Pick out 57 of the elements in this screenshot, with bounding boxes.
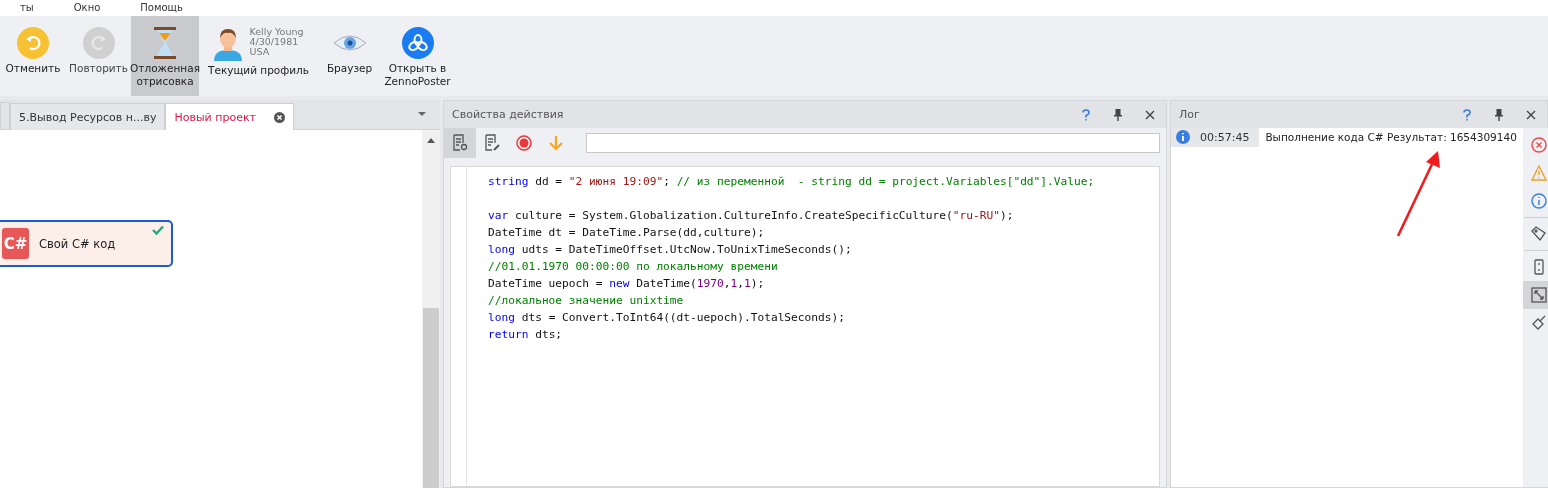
menu-item[interactable]: Помощь	[140, 1, 183, 14]
brush-icon	[1530, 315, 1547, 331]
code-editor[interactable]	[450, 166, 1160, 487]
project-tab[interactable]: 5.Вывод Ресурсов н...ву	[10, 103, 166, 130]
action-node[interactable]: C# Свой C# код	[0, 220, 173, 267]
document-pen-icon	[483, 134, 501, 152]
csharp-badge: C#	[2, 228, 29, 259]
undo-icon	[17, 27, 49, 59]
toolbar-button[interactable]: Открыть в ZennoPoster	[381, 16, 454, 96]
error-icon	[1530, 137, 1547, 153]
profile-info: Kelly Young 4/30/1981 USA	[249, 27, 304, 57]
info-icon	[1176, 130, 1190, 144]
code-line: DateTime dt = DateTime.Parse(dd,culture);	[488, 225, 766, 241]
toolbar-button[interactable]: Отменить	[0, 16, 66, 96]
node-label: Свой C# код	[39, 236, 116, 251]
warning-icon	[1530, 165, 1547, 181]
record-icon	[516, 135, 532, 151]
toolbar-button[interactable]: Браузер	[318, 16, 381, 96]
document-gear-icon	[451, 134, 469, 152]
arrow-down-icon	[548, 135, 564, 151]
close-icon[interactable]	[1526, 109, 1536, 120]
code-line: string dd = "2 июня 19:09"; // из переменной - string dd = project.Variables["dd"].Value;	[488, 174, 1095, 190]
search-field[interactable]	[586, 133, 1160, 153]
log-message: Выполнение кода C# Результат: 1654309140	[1264, 130, 1518, 145]
code-line: //локальное значение unixtime	[488, 293, 685, 309]
code-line: //01.01.1970 00:00:00 по локальному времени	[488, 259, 779, 275]
tag-icon	[1530, 226, 1547, 242]
close-icon[interactable]	[273, 111, 285, 123]
code-line: var culture = System.Globalization.CultureInfo.CreateSpecificCulture("ru-RU");	[488, 208, 1015, 224]
code-line: return dts;	[488, 327, 564, 343]
close-icon[interactable]	[1145, 109, 1155, 120]
info-icon	[1530, 193, 1547, 209]
code-line: DateTime uepoch = new DateTime(1970,1,1);	[488, 276, 766, 292]
tool-button[interactable]	[444, 128, 476, 158]
scrollbar[interactable]	[422, 130, 440, 488]
redo-icon	[82, 27, 115, 59]
dropdown-caret-icon[interactable]	[418, 112, 426, 116]
toolbar-button[interactable]: Kelly Young 4/30/1981 USA Текущий профиль	[199, 16, 318, 96]
pin-icon[interactable]	[1495, 108, 1503, 121]
code-line: long udts = DateTimeOffset.UtcNow.ToUnixTimeSeconds();	[488, 242, 853, 258]
hourglass-icon	[153, 27, 177, 59]
menu-item[interactable]: Окно	[73, 1, 101, 14]
panel-title: Лог	[1179, 108, 1201, 121]
person-avatar-icon	[213, 27, 242, 61]
menu-item[interactable]: ты	[20, 1, 34, 14]
expand-icon	[1530, 287, 1547, 303]
help-icon[interactable]	[1463, 108, 1471, 121]
code-line: long dts = Convert.ToInt64((dt-uepoch).TotalSeconds);	[488, 310, 846, 326]
filter-button[interactable]	[1522, 281, 1548, 309]
scroll-icon	[1533, 259, 1544, 275]
help-icon[interactable]	[1082, 108, 1090, 121]
toolbar-button[interactable]: Отложенная отрисовка	[131, 16, 199, 96]
log-time: 00:57:45	[1200, 130, 1250, 144]
pin-icon[interactable]	[1114, 108, 1122, 121]
project-tab[interactable]: Новый проект	[165, 103, 294, 130]
logo-icon	[401, 27, 434, 59]
panel-title: Свойства действия	[452, 108, 565, 121]
